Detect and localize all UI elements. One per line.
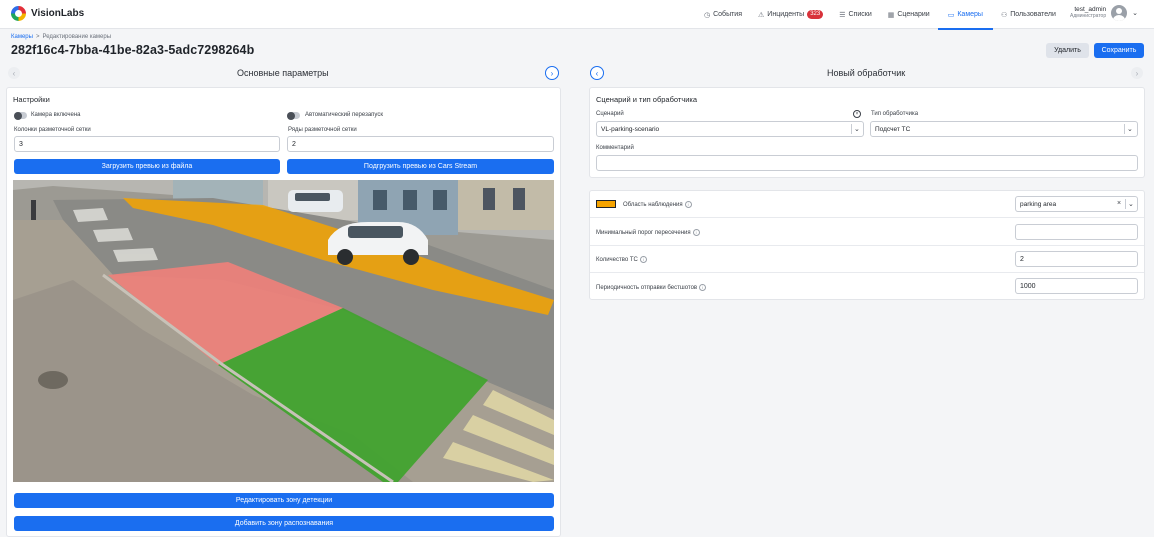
handler-type-select[interactable]: Подсчет ТС ⌄: [870, 121, 1138, 137]
users-icon: ⚇: [1000, 11, 1008, 19]
grid-rows-input[interactable]: 2: [287, 136, 554, 152]
edit-detection-zone-button[interactable]: Редактировать зону детекции: [14, 493, 554, 508]
grid-cols-label: Колонки разметочной сетки: [14, 127, 91, 133]
nav-label: Инциденты: [767, 11, 805, 18]
nav-item-incidents[interactable]: ⚠ Инциденты 323: [750, 0, 831, 29]
camera-preview-image: [13, 180, 554, 482]
prev-section-button[interactable]: ‹: [8, 67, 20, 79]
handler-type-label: Тип обработчика: [871, 111, 919, 117]
auto-restart-label: Автоматический перезапуск: [305, 112, 383, 118]
info-icon: i: [699, 284, 707, 291]
vehicle-count-label: Количество ТС i: [596, 256, 647, 263]
nav-label: События: [713, 11, 743, 18]
observation-area-color-swatch: [596, 200, 616, 208]
chevron-down-icon[interactable]: ⌄: [854, 125, 860, 133]
select-separator: [1124, 124, 1125, 134]
vehicle-count-text: Количество ТС: [596, 257, 638, 264]
nav-label: Пользователи: [1010, 11, 1056, 18]
breadcrumb: Камеры > Редактирование камеры: [11, 34, 111, 40]
app-name: VisionLabs: [31, 8, 85, 19]
observation-area-label: Область наблюдения i: [623, 201, 692, 208]
upload-preview-button[interactable]: Загрузить превью из файла: [14, 159, 280, 174]
grid-cols-input[interactable]: 3: [14, 136, 280, 152]
nav-item-scenarios[interactable]: ▦ Сценарии: [880, 0, 938, 29]
clear-scenario-icon[interactable]: ×: [853, 110, 861, 118]
nav-item-events[interactable]: ◷ События: [696, 0, 750, 29]
grid-rows-label: Ряды разметочной сетки: [288, 127, 357, 133]
scenario-icon: ▦: [887, 11, 895, 19]
comment-input[interactable]: [596, 155, 1138, 171]
chevron-down-icon[interactable]: ⌄: [1132, 9, 1138, 17]
logo-icon: [11, 6, 26, 21]
delete-button[interactable]: Удалить: [1046, 43, 1089, 58]
clock-icon: ◷: [704, 11, 711, 19]
camera-enabled-label: Камера включена: [31, 112, 81, 118]
breadcrumb-cameras-link[interactable]: Камеры: [11, 34, 33, 40]
camera-icon: ▭: [947, 11, 955, 19]
nav-label: Сценарии: [897, 11, 930, 18]
main-nav: ◷ События ⚠ Инциденты 323 ☰ Списки ▦ Сце…: [696, 0, 1064, 30]
top-navigation-bar: VisionLabs ◷ События ⚠ Инциденты 323 ☰ С…: [0, 0, 1154, 30]
page-title: 282f16c4-7bba-41be-82a3-5adc7298264b: [11, 43, 255, 57]
scenario-value: VL-parking-scenario: [601, 125, 660, 133]
min-threshold-text: Минимальный порог пересечения: [596, 230, 691, 237]
select-separator: [851, 124, 852, 134]
comment-label: Комментарий: [596, 145, 634, 151]
scenario-section-title: Сценарий и тип обработчика: [596, 95, 698, 104]
scenario-label: Сценарий: [596, 111, 624, 117]
breadcrumb-separator: >: [35, 34, 40, 40]
warning-icon: ⚠: [758, 11, 765, 19]
avatar[interactable]: [1111, 5, 1128, 21]
nav-item-users[interactable]: ⚇ Пользователи: [993, 0, 1064, 29]
user-role: Администратор: [1070, 13, 1107, 19]
chevron-right-icon: ›: [1135, 68, 1139, 78]
user-info: test_admin Администратор: [1070, 6, 1106, 20]
nav-label: Списки: [848, 11, 872, 18]
min-threshold-label: Минимальный порог пересечения i: [596, 229, 700, 236]
auto-restart-toggle[interactable]: [287, 111, 300, 120]
incidents-count-badge: 323: [807, 10, 824, 19]
row-divider: [590, 217, 1144, 218]
camera-enabled-toggle[interactable]: [14, 111, 27, 120]
chevron-down-icon[interactable]: ⌄: [1128, 200, 1134, 208]
handler-type-value: Подсчет ТС: [875, 125, 911, 133]
vehicle-count-input[interactable]: 2: [1015, 251, 1138, 267]
next-section-button[interactable]: ›: [545, 66, 559, 80]
info-icon: i: [639, 256, 647, 263]
info-icon: i: [692, 229, 700, 236]
add-recognition-zone-button[interactable]: Добавить зону распознавания: [14, 516, 554, 531]
snapshot-period-label: Периодичность отправки бестшотов i: [596, 284, 707, 292]
clear-icon[interactable]: ×: [1117, 200, 1121, 207]
prev-handler-button[interactable]: ‹: [590, 66, 604, 80]
chevron-right-icon: ›: [550, 68, 554, 78]
breadcrumb-current: Редактирование камеры: [42, 34, 112, 40]
nav-label: Камеры: [957, 11, 983, 18]
app-logo[interactable]: VisionLabs: [11, 6, 84, 21]
nav-item-cameras[interactable]: ▭ Камеры: [937, 0, 994, 30]
load-stream-preview-button[interactable]: Подгрузить превью из Cars Stream: [287, 159, 554, 174]
scenario-select[interactable]: VL-parking-scenario ⌄: [596, 121, 864, 137]
row-divider: [590, 245, 1144, 246]
settings-title: Настройки: [13, 95, 50, 104]
snapshot-period-input[interactable]: 1000: [1015, 278, 1138, 294]
observation-area-select[interactable]: parking area × ⌄: [1015, 196, 1138, 212]
chevron-down-icon[interactable]: ⌄: [1127, 125, 1133, 133]
new-handler-title: Новый обработчик: [827, 68, 906, 78]
snapshot-period-text: Периодичность отправки бестшотов: [596, 285, 698, 292]
observation-area-value: parking area: [1020, 200, 1057, 208]
row-divider: [590, 272, 1144, 273]
next-handler-button[interactable]: ›: [1131, 67, 1143, 79]
min-threshold-input[interactable]: [1015, 224, 1138, 240]
user-menu[interactable]: test_admin Администратор ⌄: [1070, 5, 1138, 21]
nav-item-lists[interactable]: ☰ Списки: [831, 0, 880, 29]
user-name: test_admin: [1074, 6, 1107, 13]
chevron-left-icon: ‹: [12, 68, 16, 78]
main-params-title: Основные параметры: [237, 68, 329, 78]
list-icon: ☰: [839, 11, 846, 19]
info-icon: i: [684, 201, 692, 208]
select-separator: [1125, 199, 1126, 209]
chevron-left-icon: ‹: [595, 68, 599, 78]
save-button[interactable]: Сохранить: [1094, 43, 1144, 58]
observation-area-text: Область наблюдения: [623, 202, 683, 209]
